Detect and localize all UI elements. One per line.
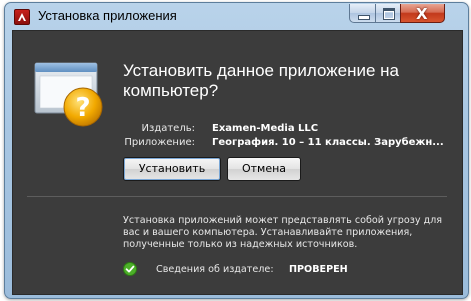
divider <box>27 196 447 197</box>
minimize-icon <box>358 15 370 20</box>
publisher-verified-status: ПРОВЕРЕН <box>289 264 348 275</box>
application-label: Приложение: <box>124 137 195 148</box>
checkmark-icon <box>123 262 137 276</box>
security-warning-text: Установка приложений может представлять … <box>123 215 443 250</box>
svg-text:?: ? <box>75 93 90 123</box>
close-icon: X <box>416 5 428 23</box>
application-value: География. 10 – 11 классы. Зарубежн... <box>212 137 444 148</box>
window-title: Установка приложения <box>38 8 177 23</box>
question-window-icon: ? <box>34 62 103 127</box>
publisher-info-label[interactable]: Сведения об издателе: <box>156 264 274 275</box>
install-button[interactable]: Установить <box>123 157 221 181</box>
dialog-heading: Установить данное приложение на компьюте… <box>123 61 399 100</box>
maximize-button[interactable] <box>375 4 401 23</box>
publisher-value: Examen-Media LLC <box>212 123 319 134</box>
publisher-label: Издатель: <box>141 123 195 134</box>
installer-window: Установка приложения X ? Установить данн… <box>4 2 469 299</box>
dialog-content: ? Установить данное приложение на компью… <box>12 30 463 295</box>
title-bar[interactable]: Установка приложения X <box>5 3 468 30</box>
close-button[interactable]: X <box>400 4 445 23</box>
cancel-button[interactable]: Отмена <box>227 157 301 181</box>
maximize-icon <box>383 8 395 20</box>
adobe-air-icon <box>14 9 30 25</box>
minimize-button[interactable] <box>349 4 376 23</box>
